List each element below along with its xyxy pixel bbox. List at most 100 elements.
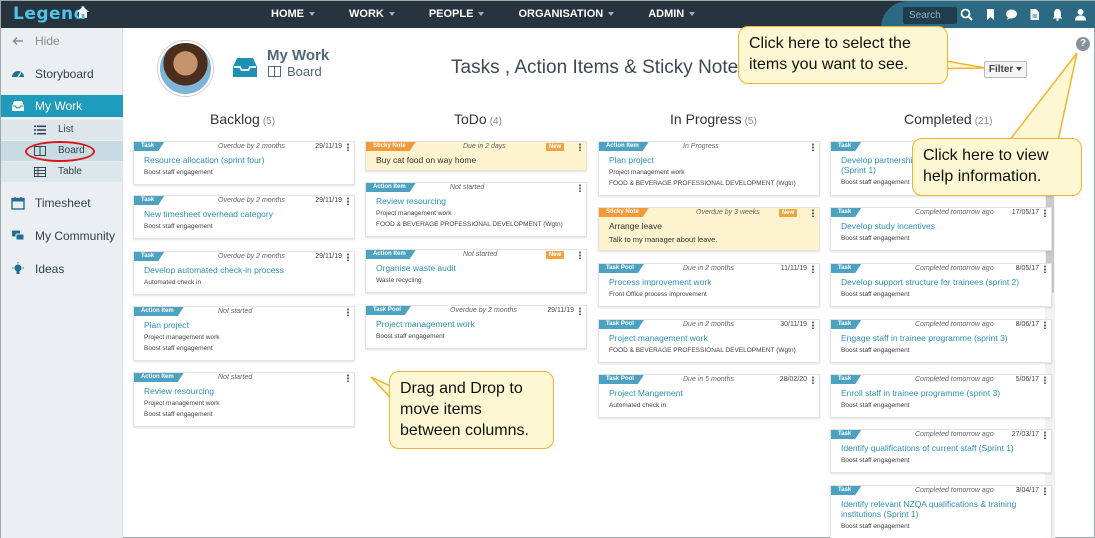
card-type-tag: Sticky Note — [366, 142, 416, 151]
card-detail: Automated check in — [144, 279, 202, 286]
card-type-tag: Task — [831, 320, 861, 329]
more-options-icon[interactable] — [812, 143, 814, 151]
nav-home[interactable]: HOME — [271, 1, 315, 28]
card-title[interactable]: Identify qualifications of current staff… — [841, 443, 1014, 453]
task-card[interactable]: Task Overdue by 2 months 29/11/19 Resource … — [133, 141, 355, 185]
card-status: Completed tomorrow ago — [915, 376, 994, 383]
more-options-icon[interactable] — [579, 143, 581, 151]
task-card[interactable]: Task Pool Due in 2 months 11/11/19 Process … — [598, 263, 820, 307]
task-card[interactable]: Task Pool Due in 2 months 30/11/19 Project … — [598, 319, 820, 363]
task-card[interactable]: Action Item In Progress Plan project Projec… — [598, 141, 820, 196]
card-title[interactable]: Project management work — [609, 333, 708, 343]
document-icon[interactable] — [1028, 8, 1041, 21]
sidebar-item-timesheet[interactable]: Timesheet — [1, 192, 123, 214]
more-options-icon[interactable] — [579, 184, 581, 192]
task-card[interactable]: Task Completed tomorrow ago 3/04/17 Identif… — [830, 485, 1052, 538]
bookmark-icon[interactable] — [984, 8, 997, 21]
highlight-oval — [25, 141, 95, 162]
card-title[interactable]: Review resourcing — [144, 386, 214, 396]
more-options-icon[interactable] — [347, 143, 349, 151]
card-title[interactable]: Develop study incentives — [841, 221, 935, 231]
card-title[interactable]: Arrange leave — [609, 221, 662, 231]
task-card[interactable]: Task Overdue by 2 months 29/11/19 New times… — [133, 195, 355, 239]
more-options-icon[interactable] — [579, 251, 581, 259]
more-options-icon[interactable] — [812, 376, 814, 384]
more-options-icon[interactable] — [812, 321, 814, 329]
sidebar-item-my-work[interactable]: My Work — [1, 95, 123, 117]
more-options-icon[interactable] — [1044, 265, 1046, 273]
more-options-icon[interactable] — [812, 265, 814, 273]
nav-organisation[interactable]: ORGANISATION — [518, 1, 615, 28]
sidebar-sub-list[interactable]: List — [1, 120, 123, 140]
more-options-icon[interactable] — [347, 197, 349, 205]
search-input[interactable]: Search — [903, 7, 957, 24]
card-title[interactable]: Process improvement work — [609, 277, 712, 287]
sidebar-hide[interactable]: Hide — [1, 30, 123, 52]
more-options-icon[interactable] — [812, 209, 814, 217]
sidebar-item-my-community[interactable]: My Community — [1, 225, 123, 247]
card-title[interactable]: Project management work — [376, 319, 475, 329]
card-status: Overdue by 2 months — [218, 253, 285, 260]
task-card[interactable]: Task Pool Overdue by 2 months 29/11/19 Proj… — [365, 305, 587, 349]
card-title[interactable]: Buy cat food on way home — [376, 155, 476, 165]
more-options-icon[interactable] — [347, 308, 349, 316]
sidebar-item-storyboard[interactable]: Storyboard — [1, 63, 123, 85]
dashboard-icon — [12, 71, 24, 78]
card-title-cont[interactable]: (Sprint 1) — [841, 165, 876, 175]
nav-people[interactable]: PEOPLE — [429, 1, 485, 28]
card-detail: Automated check in — [609, 402, 667, 409]
sidebar-item-ideas[interactable]: Ideas — [1, 258, 123, 280]
chat-icon[interactable] — [1005, 8, 1018, 21]
task-card[interactable]: Action Item Not started Review resourcing P… — [365, 182, 587, 237]
card-title[interactable]: Enroll staff in trainee programme (sprin… — [841, 388, 1000, 398]
user-icon[interactable] — [1074, 8, 1087, 21]
more-options-icon[interactable] — [347, 253, 349, 261]
card-title[interactable]: Plan project — [144, 320, 189, 330]
task-card[interactable]: Task Overdue by 2 months 29/11/19 Develop a… — [133, 251, 355, 295]
card-title[interactable]: Plan project — [609, 155, 654, 165]
task-card[interactable]: Task Completed tomorrow ago 8/05/17 Develop… — [830, 263, 1052, 307]
card-title[interactable]: Develop automated check-in process — [144, 265, 284, 275]
avatar[interactable] — [158, 41, 213, 96]
card-title[interactable]: New timesheet overhead category — [144, 209, 273, 219]
more-options-icon[interactable] — [347, 374, 349, 382]
card-title[interactable]: Review resourcing — [376, 196, 446, 206]
card-title[interactable]: Develop partnerships — [841, 155, 921, 165]
nav-work[interactable]: WORK — [349, 1, 395, 28]
card-title[interactable]: Engage staff in trainee programme (sprin… — [841, 333, 1008, 343]
task-card[interactable]: Task Completed tomorrow ago 5/06/17 Enroll … — [830, 374, 1052, 418]
card-status: Completed tomorrow ago — [915, 209, 994, 216]
card-type-tag: Task — [831, 486, 861, 495]
filter-button[interactable]: Filter — [984, 61, 1027, 78]
task-card[interactable]: Task Completed tomorrow ago 17/05/17 Develo… — [830, 207, 1052, 251]
task-card[interactable]: Action Item Not started Review resourcing P… — [133, 372, 355, 427]
bell-icon[interactable] — [1051, 8, 1064, 21]
card-title[interactable]: Identify relevant NZQA qualifications & … — [841, 499, 1016, 509]
card-status: Completed tomorrow ago — [915, 265, 994, 272]
home-icon[interactable] — [76, 5, 90, 19]
more-options-icon[interactable] — [579, 307, 581, 315]
task-card[interactable]: Sticky Note Due in 2 days New Buy cat food … — [365, 141, 587, 171]
card-title[interactable]: Organise waste audit — [376, 263, 456, 273]
card-title-cont[interactable]: institutions (Sprint 1) — [841, 509, 918, 519]
task-card[interactable]: Task Completed tomorrow ago 8/06/17 Engage … — [830, 319, 1052, 363]
help-icon[interactable]: ? — [1076, 37, 1090, 51]
nav-admin[interactable]: ADMIN — [648, 1, 696, 28]
search-icon[interactable] — [960, 8, 973, 21]
more-options-icon[interactable] — [1044, 376, 1046, 384]
task-card[interactable]: Task Pool Due in 5 months 28/02/20 Project … — [598, 374, 820, 418]
card-title[interactable]: Develop support structure for trainees (… — [841, 277, 1019, 287]
callout-filter: Click here to select the items you want … — [738, 26, 948, 84]
more-options-icon[interactable] — [1044, 321, 1046, 329]
task-card[interactable]: Sticky Note Overdue by 3 weeks New Arrange … — [598, 207, 820, 251]
task-card[interactable]: Action Item Not started New Organise waste … — [365, 249, 587, 293]
column-count: (4) — [489, 116, 502, 127]
card-title[interactable]: Resource allocation (sprint four) — [144, 155, 264, 165]
card-title[interactable]: Project Mangement — [609, 388, 683, 398]
more-options-icon[interactable] — [1044, 487, 1046, 495]
more-options-icon[interactable] — [1044, 209, 1046, 217]
sidebar-sub-table[interactable]: Table — [1, 162, 123, 182]
more-options-icon[interactable] — [1044, 431, 1046, 439]
task-card[interactable]: Action Item Not started Plan project Projec… — [133, 306, 355, 361]
task-card[interactable]: Task Completed tomorrow ago 27/03/17 Identi… — [830, 429, 1052, 473]
